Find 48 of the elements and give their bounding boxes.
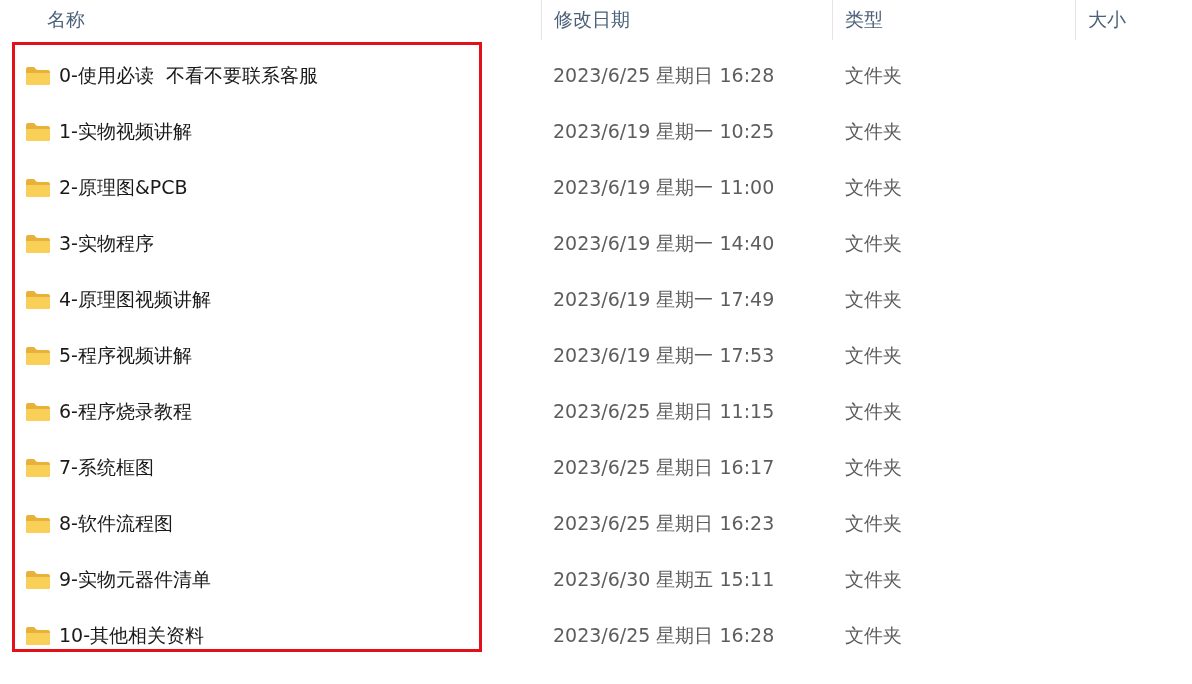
modified-date: 2023/6/19 星期一 10:25 [552,119,776,144]
column-header[interactable]: 修改日期 [554,7,630,33]
modified-date: 2023/6/19 星期一 14:40 [552,231,776,256]
file-name[interactable]: 6-程序烧录教程 [59,399,192,425]
folder-icon [25,514,51,534]
file-name[interactable]: 10-其他相关资料 [59,623,205,649]
file-name[interactable]: 3-实物程序 [59,231,154,257]
folder-icon [25,346,51,366]
modified-date: 2023/6/30 星期五 15:11 [552,567,776,592]
file-type: 文件夹 [844,511,903,536]
file-name[interactable]: 9-实物元器件清单 [59,567,211,593]
file-name[interactable]: 7-系统框图 [59,455,154,481]
file-type: 文件夹 [844,119,903,144]
file-type: 文件夹 [844,231,903,256]
folder-icon [25,290,51,310]
folder-icon [25,178,51,198]
file-type: 文件夹 [844,399,903,424]
file-name[interactable]: 2-原理图&PCB [59,175,188,201]
folder-icon [25,122,51,142]
modified-date: 2023/6/19 星期一 17:49 [552,287,776,312]
folder-icon [25,402,51,422]
folder-icon [25,234,51,254]
modified-date: 2023/6/25 星期日 16:23 [552,511,776,536]
folder-icon [25,570,51,590]
file-type: 文件夹 [844,455,903,480]
modified-date: 2023/6/25 星期日 16:17 [552,455,776,480]
file-type: 文件夹 [844,63,903,88]
folder-icon [25,458,51,478]
modified-date: 2023/6/25 星期日 16:28 [552,623,776,648]
file-name[interactable]: 0-使用必读 不看不要联系客服 [59,63,319,89]
file-name[interactable]: 8-软件流程图 [59,511,173,537]
file-name[interactable]: 4-原理图视频讲解 [59,287,211,313]
column-header[interactable]: 类型 [845,7,883,33]
file-type: 文件夹 [844,567,903,592]
file-name[interactable]: 5-程序视频讲解 [59,343,192,369]
modified-date: 2023/6/19 星期一 17:53 [552,343,776,368]
file-name[interactable]: 1-实物视频讲解 [59,119,192,145]
file-type: 文件夹 [844,175,903,200]
column-header[interactable]: 名称 [47,7,85,33]
file-type: 文件夹 [844,623,903,648]
modified-date: 2023/6/25 星期日 11:15 [552,399,776,424]
modified-date: 2023/6/25 星期日 16:28 [552,63,776,88]
modified-date: 2023/6/19 星期一 11:00 [552,175,776,200]
file-type: 文件夹 [844,343,903,368]
folder-icon [25,626,51,646]
folder-icon [25,66,51,86]
column-header[interactable]: 大小 [1088,7,1126,33]
file-type: 文件夹 [844,287,903,312]
